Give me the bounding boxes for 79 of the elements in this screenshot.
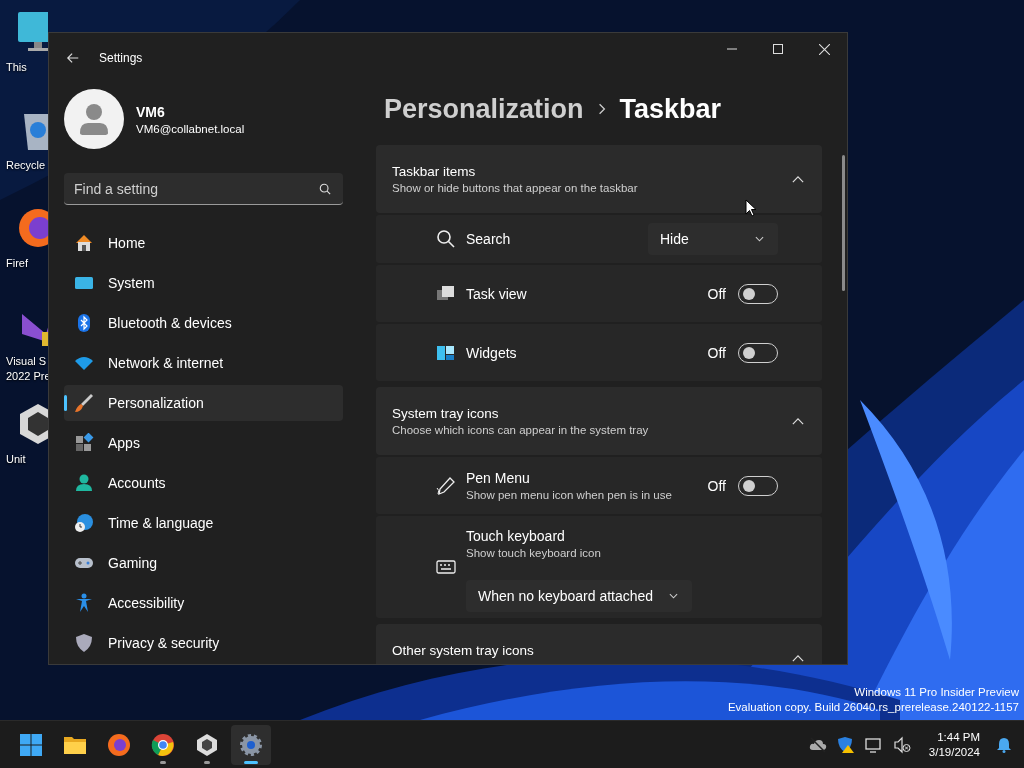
desktop-icon-label: Visual S [5,354,47,369]
firefox-icon [107,732,131,757]
section-header[interactable]: Other system tray icons [376,624,822,664]
nav-item[interactable]: Home [64,225,343,261]
setting-label: Task view [466,285,527,302]
nav-item[interactable]: Personalization [64,385,343,421]
privacy-icon [74,633,94,653]
accounts-icon [74,473,94,493]
maximize-icon [773,44,783,54]
dropdown[interactable]: When no keyboard attached [466,580,692,612]
user-email: VM6@collabnet.local [136,122,245,135]
pen-icon [436,475,456,496]
section-subtitle: Show or hide buttons that appear on the taskbar [392,182,639,194]
windows-logo-icon [19,732,43,757]
nav-item[interactable]: Accounts [64,465,343,501]
chevron-right-icon [597,103,606,115]
nav-item[interactable]: Apps [64,425,343,461]
speaker-muted-icon[interactable] [892,735,911,754]
clock-time: 1:44 PM [937,729,980,745]
desktop-icon-label: Recycle [5,158,46,173]
section-header[interactable]: System tray icons Choose which icons can appear in the system tray [376,387,822,455]
nav-item[interactable]: Network & internet [64,345,343,381]
section-subtitle: Choose which icons can appear in the system tray [392,424,650,436]
toggle-state-text: Off [707,285,726,302]
chevron-down-icon [755,236,764,242]
monitor-icon[interactable] [16,10,48,54]
unity-icon [195,732,219,757]
breadcrumb-link[interactable]: Personalization [384,93,584,125]
search-field[interactable]: Find a setting [64,173,343,205]
close-icon [818,43,830,55]
desktop-icon-label: This [5,60,27,75]
nav-item[interactable]: Privacy & security [64,625,343,661]
user-name: VM6 [136,103,166,120]
back-arrow-icon [66,51,80,65]
avatar[interactable] [64,89,124,149]
setting-label: Touch keyboard [466,528,565,544]
personalization-icon [74,393,94,413]
desktop-icon-label: Firef [5,256,28,271]
dropdown[interactable]: Hide [648,223,778,255]
cursor-icon [745,199,757,217]
nav-item[interactable]: Accessibility [64,585,343,621]
nav-item[interactable]: Bluetooth & devices [64,305,343,341]
scrollbar-thumb[interactable] [842,155,845,291]
toggle-state-text: Off [707,344,726,361]
section-title: Other system tray icons [392,643,535,658]
shield-warning-icon[interactable] [836,735,855,754]
setting-label: Search [466,231,511,247]
chevron-icon[interactable] [792,654,804,662]
search-icon [319,183,331,195]
setting-label: Pen Menu [466,470,530,486]
taskbar-app[interactable] [231,724,271,765]
chevron-icon[interactable] [792,417,804,425]
setting-label: Widgets [466,344,517,361]
time-icon [74,513,94,533]
cloud-off-icon[interactable] [808,735,827,754]
chevron-icon[interactable] [792,175,804,183]
watermark-text: Windows 11 Pro Insider Preview [854,685,1019,700]
page-title: Taskbar [619,93,722,125]
clock-date: 3/19/2024 [928,744,980,760]
section-title: System tray icons [392,406,500,421]
section-title: Taskbar items [392,164,477,179]
chrome-icon [151,732,175,757]
apps-icon [74,433,94,453]
chevron-down-icon [669,593,678,599]
bell-icon[interactable] [996,736,1012,753]
setting-description: Show pen menu icon when pen is in use [466,489,672,501]
desktop-icon-label: Unit [5,452,26,467]
keyboard-icon [436,557,456,577]
nav-item[interactable]: Gaming [64,545,343,581]
nav-item[interactable]: Time & language [64,505,343,541]
section-header[interactable]: Taskbar items Show or hide buttons that appear on the taskbar [376,145,822,213]
search-icon [436,229,456,249]
setting-description: Show touch keyboard icon [466,547,601,559]
nav-item[interactable]: System [64,265,343,301]
gear-icon [239,732,263,757]
watermark-text: Evaluation copy. Build 26040.rs_prerelease.240122-1157 [727,700,1019,715]
toggle-state-text: Off [707,477,726,494]
home-icon [74,233,94,253]
window-title: Settings [99,51,143,65]
